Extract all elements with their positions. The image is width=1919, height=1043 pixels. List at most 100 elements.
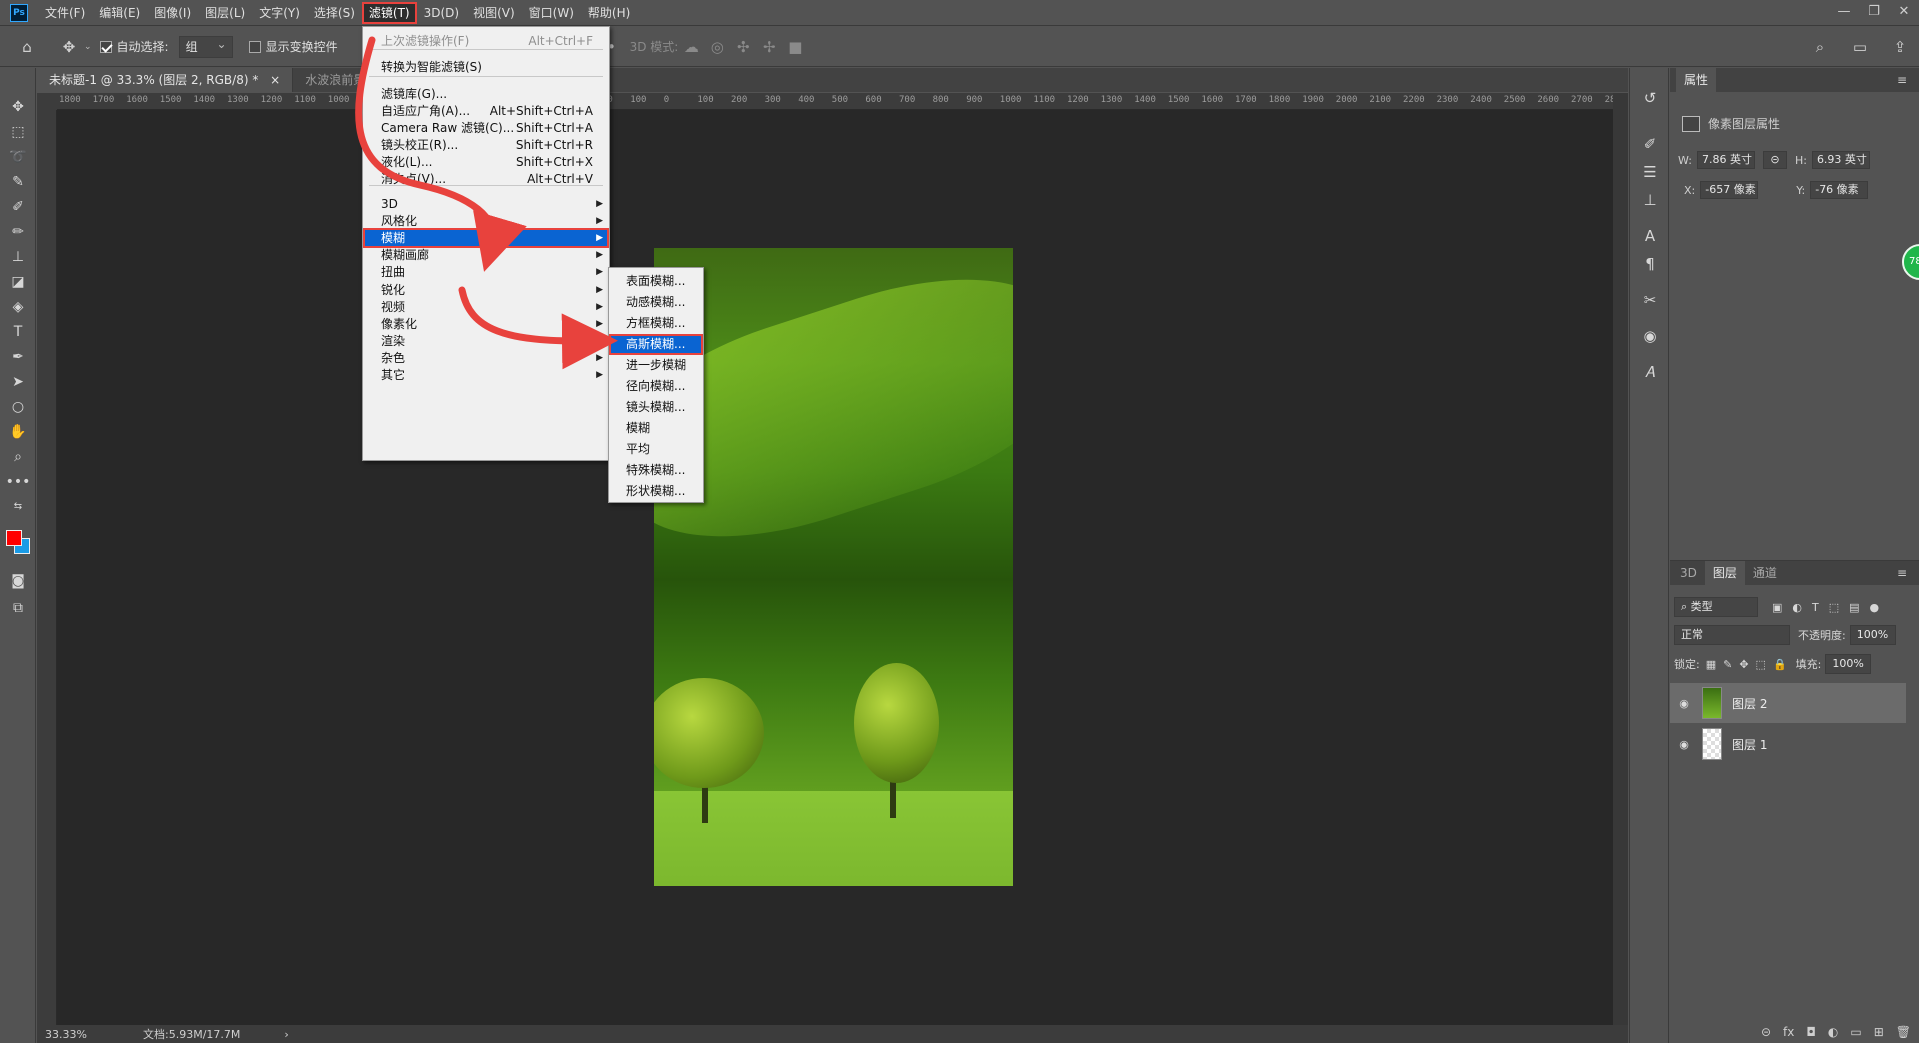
menu-select[interactable]: 选择(S) (307, 2, 362, 24)
blend-mode-dropdown[interactable]: 正常 (1674, 625, 1790, 645)
filter-menu-item[interactable]: 其它 ▶ (363, 365, 609, 385)
filter-menu-item[interactable]: 扭曲 ▶ (363, 262, 609, 282)
zoom-level[interactable]: 33.33% (45, 1028, 115, 1041)
fill-field[interactable]: 100% (1825, 654, 1872, 674)
menu-window[interactable]: 窗口(W) (522, 2, 581, 24)
blur-submenu-item[interactable]: 方框模糊... (609, 313, 703, 334)
menu-edit[interactable]: 编辑(E) (92, 2, 147, 24)
layer-style-icon[interactable]: fx (1783, 1025, 1794, 1039)
swap-colors-icon[interactable]: ⇆ (0, 494, 36, 519)
brush-tool-icon[interactable]: ✏ (0, 219, 36, 244)
blur-submenu-item[interactable]: 进一步模糊 (609, 355, 703, 376)
vertical-scrollbar[interactable] (1613, 93, 1628, 1025)
home-icon[interactable]: ⌂ (14, 34, 40, 60)
blur-submenu-item[interactable]: 平均 (609, 439, 703, 460)
filter-menu-item[interactable]: 消失点(V)... Alt+Ctrl+V (363, 169, 609, 189)
minimize-button[interactable]: — (1829, 0, 1859, 26)
more-tools-icon[interactable]: ••• (0, 469, 36, 494)
visibility-eye-icon[interactable]: ◉ (1674, 697, 1694, 710)
clone-source-icon[interactable]: ⊥ (1630, 186, 1670, 214)
layer-row-1[interactable]: ◉ 图层 1 (1670, 724, 1906, 764)
horizontal-ruler[interactable]: 1800170016001500140013001200110010009008… (57, 93, 1613, 110)
orbit-3d-icon[interactable]: ☁ (678, 34, 704, 60)
screen-mode-icon[interactable]: ⧉ (0, 595, 36, 620)
menu-type[interactable]: 文字(Y) (252, 2, 307, 24)
quick-mask-icon[interactable]: ◙ (0, 568, 36, 593)
menu-3d[interactable]: 3D(D) (417, 2, 466, 24)
character-panel-icon[interactable]: A (1630, 222, 1670, 250)
new-group-icon[interactable]: ▭ (1850, 1025, 1861, 1039)
auto-select-checkbox[interactable] (99, 40, 112, 53)
blur-submenu-item[interactable]: 特殊模糊... (609, 460, 703, 481)
move-tool-icon[interactable]: ✥ (0, 94, 36, 119)
menu-view[interactable]: 视图(V) (466, 2, 522, 24)
adjustment-layer-icon[interactable]: ◐ (1828, 1025, 1838, 1039)
path-selection-tool-icon[interactable]: ➤ (0, 369, 36, 394)
close-tab-icon[interactable]: × (270, 73, 280, 87)
lasso-tool-icon[interactable]: ➰ (0, 144, 36, 169)
show-transform-checkbox[interactable] (248, 40, 261, 53)
blur-submenu-item[interactable]: 高斯模糊... (609, 334, 703, 355)
y-field[interactable]: -76 像素 (1810, 181, 1869, 199)
tab-3d[interactable]: 3D (1672, 561, 1705, 585)
link-layers-icon[interactable]: ⊝ (1761, 1025, 1771, 1039)
ellipse-tool-icon[interactable]: ○ (0, 394, 36, 419)
slide-3d-icon[interactable]: ✢ (756, 34, 782, 60)
close-window-button[interactable]: ✕ (1889, 0, 1919, 26)
visibility-eye-icon[interactable]: ◉ (1674, 738, 1694, 751)
marquee-tool-icon[interactable]: ⬚ (0, 119, 36, 144)
height-field[interactable]: 6.93 英寸 (1811, 151, 1870, 169)
layer-filter-kind[interactable]: ⌕ 类型 (1674, 597, 1758, 617)
vertical-ruler[interactable] (37, 110, 57, 1025)
blur-submenu-item[interactable]: 模糊 (609, 418, 703, 439)
delete-layer-icon[interactable]: 🗑 (1896, 1025, 1911, 1039)
tab-properties[interactable]: 属性 (1676, 68, 1717, 92)
menu-file[interactable]: 文件(F) (38, 2, 92, 24)
paint-bucket-tool-icon[interactable]: ◈ (0, 294, 36, 319)
link-dimensions-icon[interactable]: ⊝ (1762, 151, 1787, 169)
magic-wand-tool-icon[interactable]: ✎ (0, 169, 36, 194)
paragraph-panel-icon[interactable]: ¶ (1630, 250, 1670, 278)
pen-tool-icon[interactable]: ✒ (0, 344, 36, 369)
panel-menu-icon[interactable]: ≡ (1897, 73, 1907, 87)
lock-icons[interactable]: ▦✎✥⬚🔒 (1706, 658, 1794, 671)
move-tool-icon[interactable]: ✥ (56, 34, 82, 60)
tab-channels[interactable]: 通道 (1745, 561, 1785, 585)
restore-button[interactable]: ❐ (1859, 0, 1889, 26)
eraser-tool-icon[interactable]: ◪ (0, 269, 36, 294)
hand-tool-icon[interactable]: ✋ (0, 419, 36, 444)
x-field[interactable]: -657 像素 (1700, 181, 1759, 199)
search-icon[interactable]: ⌕ (1807, 34, 1833, 60)
blur-submenu-item[interactable]: 形状模糊... (609, 481, 703, 502)
brush-settings-icon[interactable]: ✐ (1630, 130, 1670, 158)
workspace-icon[interactable]: ▭ (1847, 34, 1873, 60)
tab-layers[interactable]: 图层 (1704, 561, 1745, 585)
camera-3d-icon[interactable]: ■ (782, 34, 808, 60)
width-field[interactable]: 7.86 英寸 (1696, 151, 1755, 169)
history-panel-icon[interactable]: ↺ (1630, 84, 1670, 112)
eyedropper-tool-icon[interactable]: ✐ (0, 194, 36, 219)
status-expand-icon[interactable]: › (284, 1028, 288, 1041)
stamp-tool-icon[interactable]: ⊥ (0, 244, 36, 269)
tab-untitled-1[interactable]: 未标题-1 @ 33.3% (图层 2, RGB/8) * × (37, 68, 294, 92)
menu-layer[interactable]: 图层(L) (198, 2, 252, 24)
glyphs-icon[interactable]: 𝐴 (1630, 358, 1670, 386)
zoom-tool-icon[interactable]: ⌕ (0, 444, 36, 469)
new-layer-icon[interactable]: ⊞ (1874, 1025, 1884, 1039)
tools-preset-icon[interactable]: ✂ (1630, 286, 1670, 314)
add-mask-icon[interactable]: ◘ (1806, 1025, 1816, 1039)
adjustments-icon[interactable]: ☰ (1630, 158, 1670, 186)
menu-help[interactable]: 帮助(H) (581, 2, 637, 24)
layer-filter-icons[interactable]: ▣◐T⬚▤● (1772, 601, 1889, 614)
filter-menu-item[interactable]: 转换为智能滤镜(S) (363, 57, 609, 77)
blur-submenu-item[interactable]: 表面模糊... (609, 271, 703, 292)
libraries-icon[interactable]: ◉ (1630, 322, 1670, 350)
roll-3d-icon[interactable]: ◎ (704, 34, 730, 60)
menu-image[interactable]: 图像(I) (147, 2, 198, 24)
type-tool-icon[interactable]: T (0, 319, 36, 344)
auto-select-dropdown[interactable]: 组 (178, 34, 233, 58)
panel-menu-icon[interactable]: ≡ (1897, 566, 1907, 580)
share-icon[interactable]: ⇪ (1887, 34, 1913, 60)
pan-3d-icon[interactable]: ✣ (730, 34, 756, 60)
layer-row-2[interactable]: ◉ 图层 2 (1670, 683, 1906, 723)
